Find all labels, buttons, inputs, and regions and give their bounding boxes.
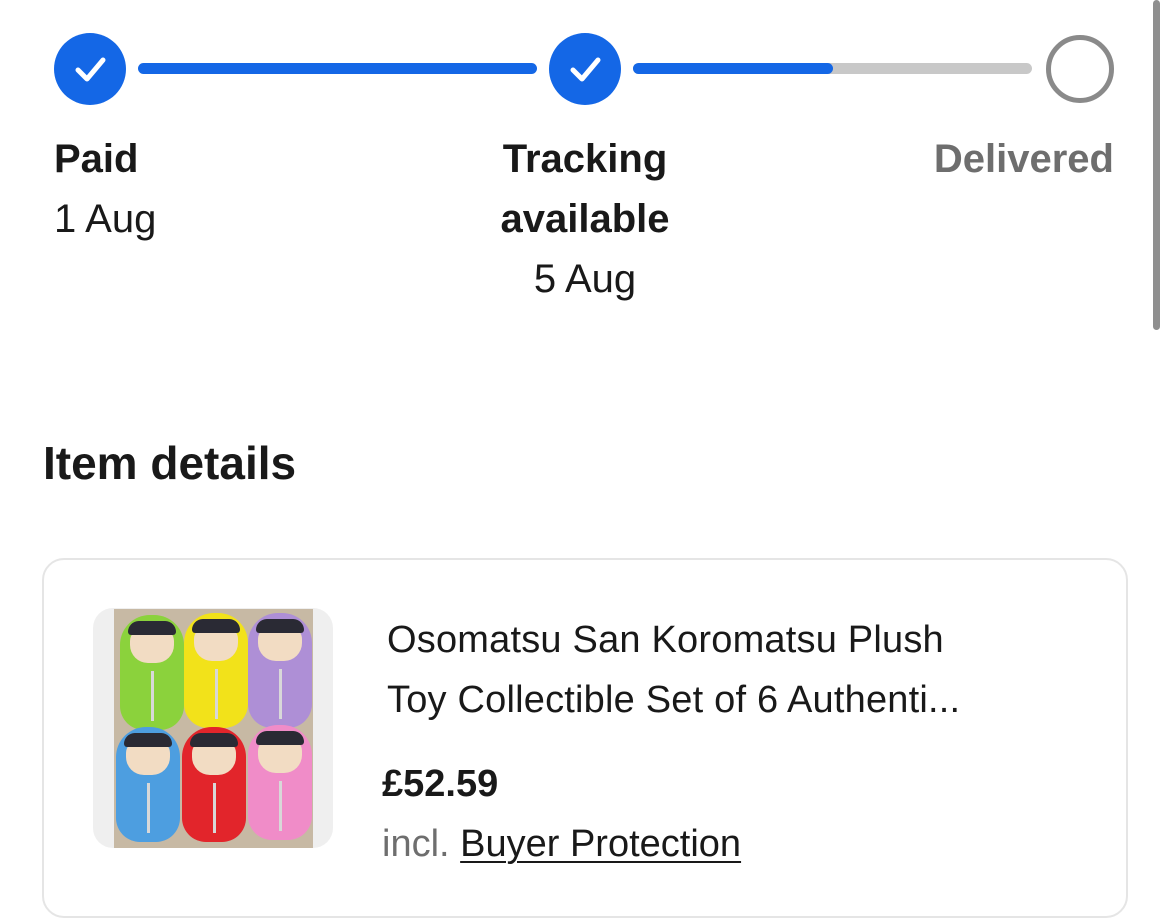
plush-pink (248, 725, 312, 840)
plush-green (120, 615, 184, 730)
plush-zipper (279, 669, 282, 719)
step-paid-check-icon (54, 33, 126, 105)
plush-hair (190, 733, 238, 747)
price-note: incl. Buyer Protection (382, 816, 741, 872)
item-details-heading: Item details (43, 437, 297, 489)
progress-track-tracking-to-delivered (633, 63, 1032, 74)
step-tracking-label-line2: available (500, 197, 670, 241)
buyer-protection-link[interactable]: Buyer Protection (460, 823, 741, 865)
plush-hair (192, 619, 240, 633)
progress-track-fill (633, 63, 833, 74)
plush-zipper (279, 781, 282, 831)
plush-hair (256, 731, 304, 745)
step-tracking-date: 5 Aug (533, 257, 637, 301)
plush-hair (256, 619, 304, 633)
step-delivered-empty-circle-icon (1046, 35, 1114, 103)
item-thumbnail-image[interactable] (114, 609, 313, 848)
plush-hair (124, 733, 172, 747)
plush-blue (116, 727, 180, 842)
order-progress-tracker: Paid 1 Aug Tracking available 5 Aug Deli… (0, 0, 1170, 330)
plush-yellow (184, 613, 248, 728)
plush-red (182, 727, 246, 842)
item-title-line2: Toy Collectible Set of 6 Authenti... (387, 679, 961, 721)
plush-zipper (215, 669, 218, 719)
plush-purple (248, 613, 312, 728)
plush-zipper (151, 671, 154, 721)
item-title-line1: Osomatsu San Koromatsu Plush (387, 619, 944, 661)
item-price: £52.59 (382, 763, 499, 805)
step-paid-date: 1 Aug (54, 197, 157, 241)
step-tracking-label: Tracking available (470, 129, 700, 249)
progress-track-paid-to-tracking (138, 63, 537, 74)
step-paid-label: Paid (54, 137, 139, 181)
price-note-prefix: incl. (382, 823, 450, 865)
plush-hair (128, 621, 176, 635)
step-tracking-label-line1: Tracking (502, 137, 668, 181)
item-title[interactable]: Osomatsu San Koromatsu Plush Toy Collect… (387, 610, 1087, 730)
plush-zipper (213, 783, 216, 833)
step-delivered-label: Delivered (933, 137, 1114, 181)
plush-zipper (147, 783, 150, 833)
step-tracking-check-icon (549, 33, 621, 105)
